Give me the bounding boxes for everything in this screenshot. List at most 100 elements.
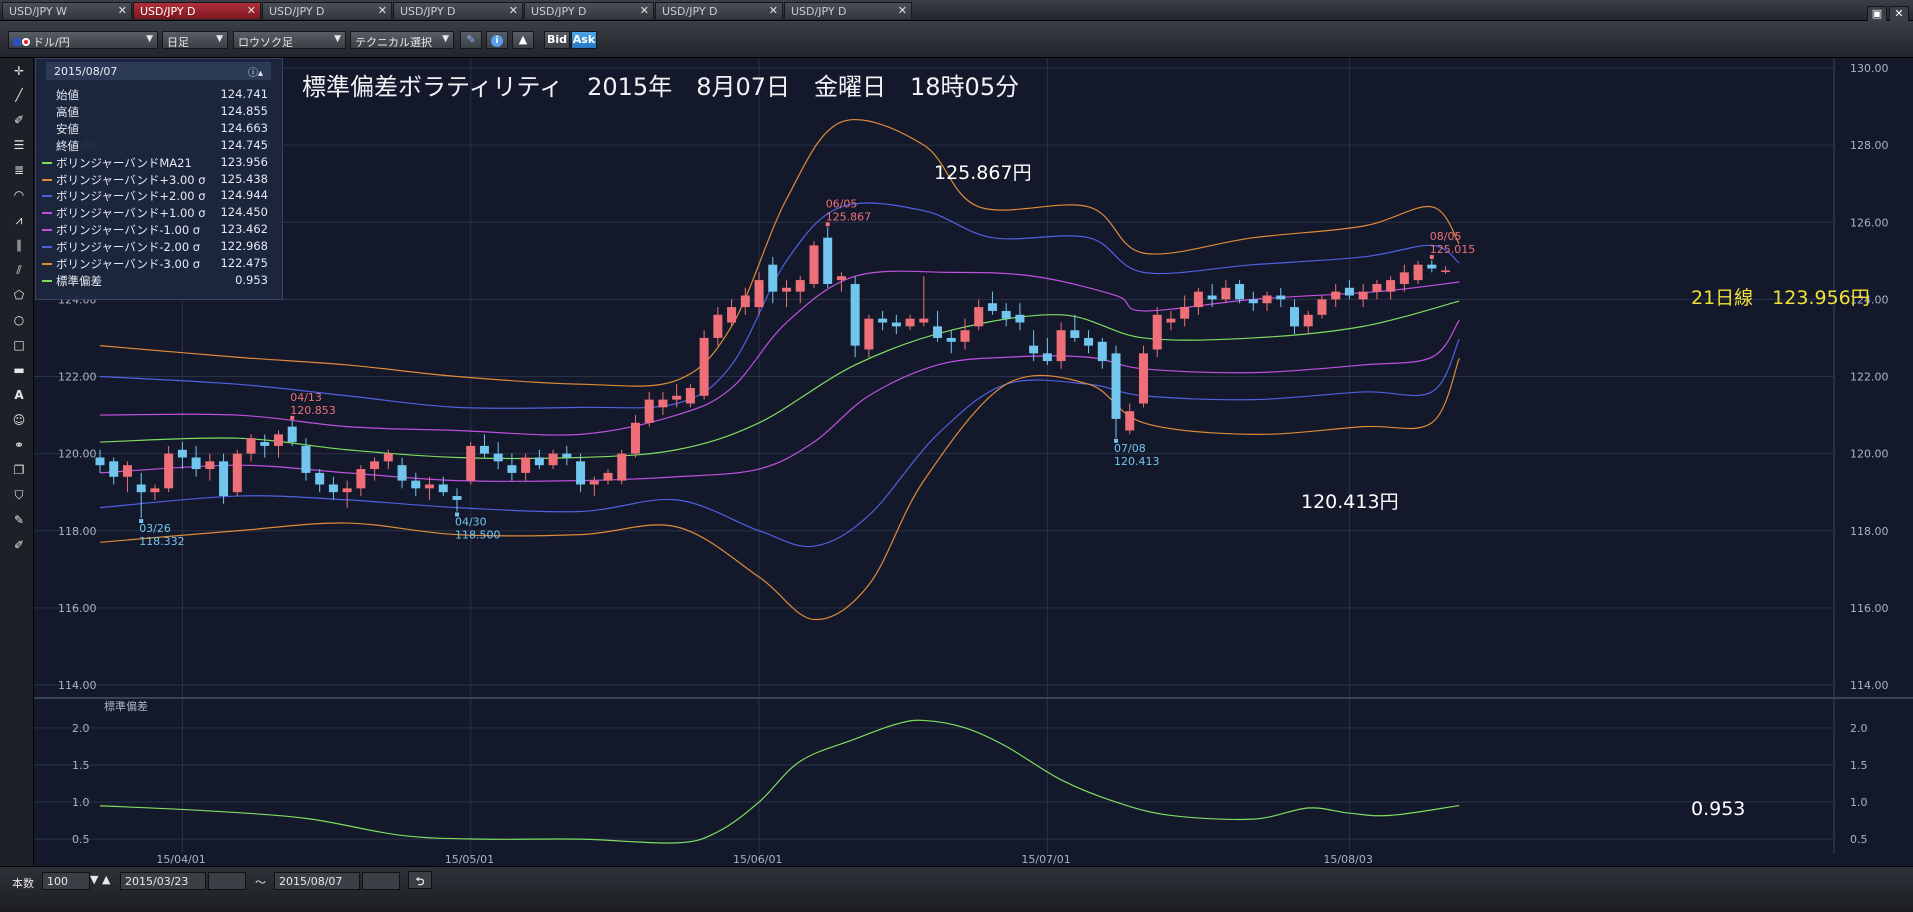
close-icon[interactable]: ✕	[640, 4, 649, 17]
data-window-label: ボリンジャーバンド-3.00 σ	[56, 257, 201, 271]
candle-body	[1084, 337, 1094, 346]
eraser-icon[interactable]: ✎	[10, 511, 28, 529]
trend-line-icon[interactable]: ╱	[10, 86, 28, 104]
candle-body	[795, 280, 805, 292]
period-select[interactable]: 日足 ▼	[162, 31, 228, 49]
candle-body	[1029, 345, 1039, 354]
sd-axis-label: 1.0	[1850, 796, 1868, 809]
channel-icon[interactable]: ⫽	[10, 261, 28, 279]
data-window-row: ボリンジャーバンド-2.00 σ 122.968	[42, 239, 278, 256]
stepper-up-icon[interactable]: ▲	[102, 873, 110, 886]
tab-usdjpy-d[interactable]: USD/JPY D ✕	[393, 2, 523, 19]
data-window-date: 2015/08/07 ⓘ▴	[46, 62, 271, 80]
ask-button[interactable]: Ask	[571, 31, 597, 49]
arc-icon[interactable]: ◠	[10, 186, 28, 204]
chart-area-button[interactable]: ▲	[512, 31, 534, 49]
data-window-label: 始値	[56, 88, 79, 102]
sd-axis-label-left: 1.0	[72, 796, 90, 809]
candle-body	[1358, 291, 1368, 300]
close-icon[interactable]: ✕	[769, 4, 778, 17]
ruler-icon[interactable]: ✐	[10, 111, 28, 129]
info-button[interactable]: i	[486, 31, 508, 49]
candle-body	[452, 496, 462, 500]
tab-usdjpy-d-active[interactable]: USD/JPY D ✕	[133, 2, 261, 19]
extreme-date-label: 04/13	[290, 391, 322, 404]
candle-body	[411, 480, 421, 489]
candle-body	[974, 307, 984, 327]
candle-body	[740, 295, 750, 308]
candle-body	[95, 457, 105, 466]
tab-label: USD/JPY W	[9, 5, 67, 18]
candle-body	[1166, 318, 1176, 323]
line-icon[interactable]: ▬	[10, 361, 28, 379]
time-axis-label: 15/05/01	[445, 853, 494, 866]
candle-body	[109, 461, 119, 477]
end-time-field[interactable]	[362, 872, 400, 890]
start-time-field[interactable]	[208, 872, 246, 890]
pen-button[interactable]: ✎	[460, 31, 482, 49]
close-icon[interactable]: ✕	[247, 4, 256, 17]
candle-body	[191, 457, 201, 470]
candle-body	[1413, 264, 1423, 281]
tab-usdjpy-d[interactable]: USD/JPY D ✕	[524, 2, 654, 19]
close-icon[interactable]: ✕	[509, 4, 518, 17]
close-icon[interactable]: ✕	[378, 4, 387, 17]
close-icon[interactable]: ✕	[898, 4, 907, 17]
pentagon-icon[interactable]: ⬠	[10, 286, 28, 304]
circle-icon[interactable]: ○	[10, 311, 28, 329]
data-window-value: 125.438	[220, 171, 268, 186]
series-swatch	[42, 229, 52, 232]
crosshair-icon[interactable]: ✛	[10, 62, 28, 80]
tab-label: USD/JPY D	[140, 5, 196, 18]
window-controls: ▣ ✕	[1865, 2, 1909, 23]
toolbar: ドル/円 ▼ 日足 ▼ ロウソク足 ▼ テクニカル選択 ▼ ✎ i ▲ Bid Ask	[0, 21, 1913, 58]
stepper-down-icon[interactable]: ▼	[90, 873, 98, 886]
flag-jp-icon	[22, 38, 30, 46]
vertical-lines-icon[interactable]: ∥	[10, 236, 28, 254]
candle-body	[768, 264, 778, 292]
extreme-date-label: 06/05	[826, 197, 858, 210]
candle-body	[466, 445, 476, 481]
candle-body	[383, 453, 393, 462]
candle-body	[122, 465, 132, 477]
data-window-value: 0.953	[235, 272, 268, 287]
link-icon[interactable]: ⚭	[10, 436, 28, 454]
chart-type-select[interactable]: ロウソク足 ▼	[233, 31, 346, 49]
data-window-value: 124.745	[220, 137, 268, 152]
data-window-label: ボリンジャーバンド+1.00 σ	[56, 206, 206, 221]
ask-label: Ask	[572, 33, 596, 46]
smiley-icon[interactable]: ☺	[10, 411, 28, 429]
tab-usdjpy-d[interactable]: USD/JPY D ✕	[655, 2, 783, 19]
end-date-field[interactable]: 2015/08/07	[274, 872, 360, 890]
bid-button[interactable]: Bid	[544, 31, 570, 49]
sd-current-label: 0.953	[1691, 798, 1745, 820]
tab-usdjpy-d[interactable]: USD/JPY D ✕	[784, 2, 912, 19]
fan-icon[interactable]: ⩘	[10, 211, 28, 229]
sd-panel-title: 標準偏差	[104, 699, 148, 713]
rectangle-icon[interactable]: □	[10, 336, 28, 354]
price-axis-label-left: 114.00	[58, 679, 97, 692]
tab-usdjpy-w[interactable]: USD/JPY W ✕	[2, 2, 132, 19]
candle-body	[232, 453, 242, 493]
candle-body	[630, 422, 640, 454]
candle-body	[576, 461, 586, 485]
technical-select[interactable]: テクニカル選択 ▼	[350, 31, 454, 49]
text-icon[interactable]: A	[10, 386, 28, 404]
erase-all-icon[interactable]: ✐	[10, 536, 28, 554]
lock-icon[interactable]: ⛉	[10, 486, 28, 504]
bar-count-field[interactable]: 100	[42, 872, 90, 890]
horizontal-lines-icon[interactable]: ☰	[10, 136, 28, 154]
price-chart[interactable]: 03/26118.332 04/13120.853 04/30118.500 06/0…	[34, 58, 1913, 866]
series-swatch	[42, 178, 52, 181]
start-date-field[interactable]: 2015/03/23	[120, 872, 206, 890]
chevron-down-icon: ▼	[146, 34, 153, 44]
info-icon[interactable]: ⓘ▴	[248, 64, 263, 79]
candle-body	[1399, 272, 1409, 284]
copy-icon[interactable]: ❐	[10, 461, 28, 479]
price-axis-label: 120.00	[1850, 448, 1889, 461]
apply-button[interactable]: ⮌	[408, 871, 432, 889]
close-icon[interactable]: ✕	[118, 4, 127, 17]
currency-pair-select[interactable]: ドル/円 ▼	[8, 31, 158, 49]
tab-usdjpy-d[interactable]: USD/JPY D ✕	[262, 2, 392, 19]
fibonacci-icon[interactable]: ≣	[10, 161, 28, 179]
